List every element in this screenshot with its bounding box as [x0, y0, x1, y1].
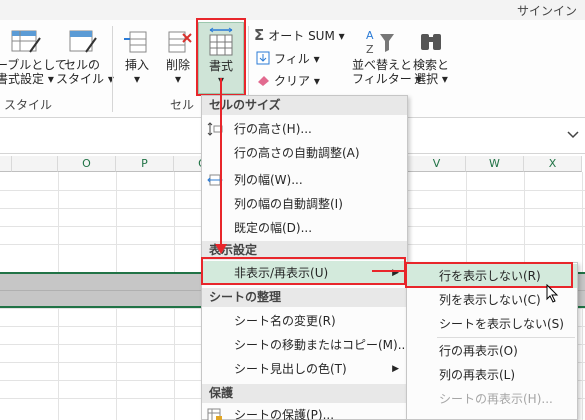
- rename-sheet-label: シート名の変更(R): [234, 314, 336, 328]
- clear-button[interactable]: クリア ▾: [256, 72, 320, 89]
- menu-item-default-width[interactable]: 既定の幅(D)...: [202, 216, 407, 240]
- submenu-item-unhide-rows[interactable]: 行の再表示(O): [407, 339, 577, 363]
- sort-filter-button[interactable]: AZ 並べ替えと フィルター ▾: [352, 28, 422, 86]
- expand-formula-bar-icon[interactable]: [567, 130, 579, 140]
- insert-label: 挿入 ▾: [124, 58, 149, 86]
- sort-filter-icon: AZ: [366, 29, 394, 56]
- submenu-arrow-icon: ▶: [392, 364, 399, 374]
- delete-cells-icon: [168, 31, 192, 53]
- styles-group-label: スタイル: [4, 98, 53, 112]
- menu-section-organize-sheets: シートの整理: [202, 288, 407, 307]
- find-select-button[interactable]: 検索と 選択 ▾: [410, 28, 452, 86]
- unhide-sheet-label: シートの再表示(H)...: [439, 392, 553, 406]
- column-header[interactable]: [12, 156, 58, 172]
- autosum-label: オート SUM ▾: [268, 29, 345, 43]
- column-header-v[interactable]: V: [408, 156, 466, 172]
- menu-item-move-copy-sheet[interactable]: シートの移動またはコピー(M)...: [202, 333, 410, 357]
- column-header-p[interactable]: P: [116, 156, 174, 172]
- fill-button[interactable]: フィル ▾: [256, 50, 320, 67]
- fill-down-icon: [256, 51, 270, 65]
- tab-color-label: シート見出しの色(T): [234, 362, 347, 376]
- unhide-rows-label: 行の再表示(O): [439, 344, 518, 358]
- menu-item-autofit-column[interactable]: 列の幅の自動調整(I): [202, 192, 407, 216]
- cell-styles-button[interactable]: セルの スタイル ▾: [56, 28, 114, 86]
- fill-label: フィル ▾: [274, 52, 320, 66]
- unhide-columns-label: 列の再表示(L): [439, 368, 516, 382]
- find-select-label: 検索と 選択 ▾: [412, 58, 449, 86]
- format-as-table-button[interactable]: ーブルとして 書式設定 ▾: [0, 28, 67, 86]
- submenu-item-unhide-sheet[interactable]: シートの再表示(H)...: [407, 387, 577, 411]
- move-copy-label: シートの移動またはコピー(M)...: [234, 338, 410, 352]
- column-header-x[interactable]: X: [524, 156, 582, 172]
- menu-item-protect-sheet[interactable]: シートの保護(P)...: [202, 403, 407, 420]
- autofit-row-label: 行の高さの自動調整(A): [234, 146, 360, 160]
- menu-item-tab-color[interactable]: シート見出しの色(T) ▶: [202, 357, 407, 381]
- sigma-icon: Σ: [254, 26, 265, 44]
- insert-button[interactable]: 挿入 ▾: [118, 28, 156, 86]
- menu-item-rename-sheet[interactable]: シート名の変更(R): [202, 309, 407, 333]
- format-callout-box: [196, 18, 246, 96]
- hide-sheet-label: シートを表示しない(S): [439, 317, 564, 331]
- insert-cells-icon: [124, 31, 147, 53]
- mouse-cursor-icon: [546, 284, 559, 303]
- menu-item-row-height[interactable]: 行の高さ(H)...: [202, 117, 407, 141]
- menu-item-column-width[interactable]: 列の幅(W)...: [202, 168, 407, 192]
- sign-in-link[interactable]: サインイン: [517, 2, 577, 19]
- submenu-divider: [437, 337, 575, 338]
- svg-text:Z: Z: [366, 43, 374, 56]
- protect-sheet-icon: [207, 408, 222, 420]
- delete-button[interactable]: 削除 ▾: [158, 28, 198, 86]
- eraser-icon: [258, 76, 269, 86]
- menu-section-cell-size: セルのサイズ: [202, 96, 407, 115]
- hide-columns-label: 列を表示しない(C): [439, 293, 541, 307]
- autosum-button[interactable]: Σ オート SUM ▾: [254, 26, 345, 44]
- menu-item-autofit-row[interactable]: 行の高さの自動調整(A): [202, 141, 407, 165]
- svg-text:A: A: [366, 29, 374, 42]
- menu-section-protection: 保護: [202, 384, 407, 403]
- submenu-item-unhide-columns[interactable]: 列の再表示(L): [407, 363, 577, 387]
- submenu-item-hide-sheet[interactable]: シートを表示しない(S): [407, 312, 577, 336]
- hide-unhide-callout-box: [201, 257, 406, 285]
- title-bar: サインイン: [0, 0, 585, 20]
- protect-sheet-label: シートの保護(P)...: [234, 408, 335, 420]
- column-width-icon: [207, 174, 223, 186]
- row-height-icon: [207, 122, 223, 136]
- group-separator: [112, 26, 113, 112]
- column-width-label: 列の幅(W)...: [234, 173, 303, 187]
- autofit-column-label: 列の幅の自動調整(I): [234, 197, 343, 211]
- cells-group-label: セル: [170, 98, 195, 112]
- delete-label: 削除 ▾: [165, 58, 190, 86]
- table-format-icon: [11, 30, 41, 53]
- column-header[interactable]: [0, 156, 12, 172]
- clear-label: クリア ▾: [274, 74, 320, 88]
- cell-styles-icon: [69, 30, 97, 53]
- column-header-w[interactable]: W: [466, 156, 524, 172]
- row-height-label: 行の高さ(H)...: [234, 122, 312, 136]
- cell-styles-label: セルの スタイル ▾: [56, 58, 114, 86]
- column-header-o[interactable]: O: [58, 156, 116, 172]
- default-width-label: 既定の幅(D)...: [234, 221, 313, 235]
- binoculars-icon: [421, 34, 441, 50]
